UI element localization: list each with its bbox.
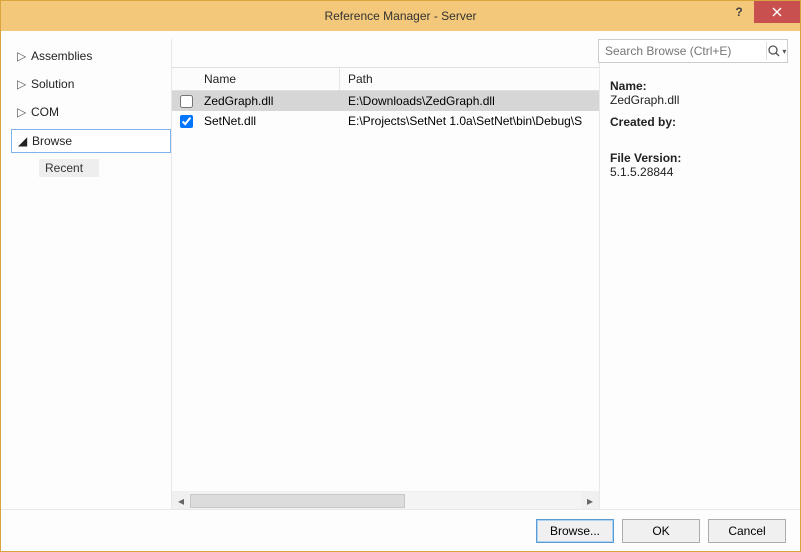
dialog-footer: Browse... OK Cancel (1, 509, 800, 551)
window-controls: ? (724, 1, 800, 23)
sidebar-item-browse[interactable]: ◢ Browse (11, 129, 171, 153)
column-path[interactable]: Path (340, 68, 599, 90)
row-checkbox[interactable] (180, 115, 193, 128)
details-panel: Name: ZedGraph.dll Created by: File Vers… (600, 39, 790, 509)
detail-createdby-value (610, 129, 786, 143)
chevron-down-icon: ◢ (18, 134, 26, 148)
scroll-right-icon[interactable]: ▸ (581, 492, 599, 510)
row-name: SetNet.dll (200, 114, 340, 128)
column-name[interactable]: Name (200, 68, 340, 90)
sidebar-item-solution[interactable]: ▷ Solution (11, 73, 171, 95)
detail-name-label: Name: (610, 79, 786, 93)
chevron-right-icon: ▷ (17, 105, 25, 119)
ok-button[interactable]: OK (622, 519, 700, 543)
sidebar-item-label: Solution (31, 77, 74, 91)
detail-version-value: 5.1.5.28844 (610, 165, 786, 179)
search-box[interactable]: ▾ (598, 39, 788, 63)
table-header: Name Path (172, 67, 599, 91)
dialog-window: Reference Manager - Server ? ▾ ▷ Assembl… (0, 0, 801, 552)
table-rows: ZedGraph.dll E:\Downloads\ZedGraph.dll S… (172, 91, 599, 491)
sidebar-item-label: COM (31, 105, 59, 119)
reference-list: Name Path ZedGraph.dll E:\Downloads\ZedG… (171, 39, 600, 509)
sidebar-item-assemblies[interactable]: ▷ Assemblies (11, 45, 171, 67)
chevron-right-icon: ▷ (17, 77, 25, 91)
detail-version-label: File Version: (610, 151, 786, 165)
help-icon[interactable]: ? (724, 1, 754, 23)
detail-name-value: ZedGraph.dll (610, 93, 786, 107)
horizontal-scrollbar[interactable]: ◂ ▸ (172, 491, 599, 509)
sidebar-item-label: Browse (32, 134, 72, 148)
chevron-right-icon: ▷ (17, 49, 25, 63)
row-name: ZedGraph.dll (200, 94, 340, 108)
browse-button[interactable]: Browse... (536, 519, 614, 543)
sidebar-item-com[interactable]: ▷ COM (11, 101, 171, 123)
close-icon[interactable] (754, 1, 800, 23)
table-row[interactable]: SetNet.dll E:\Projects\SetNet 1.0a\SetNe… (172, 111, 599, 131)
sidebar-item-label: Assemblies (31, 49, 92, 63)
row-path: E:\Downloads\ZedGraph.dll (340, 94, 599, 108)
cancel-button[interactable]: Cancel (708, 519, 786, 543)
scroll-thumb[interactable] (190, 494, 405, 508)
scroll-left-icon[interactable]: ◂ (172, 492, 190, 510)
detail-createdby-label: Created by: (610, 115, 786, 129)
table-row[interactable]: ZedGraph.dll E:\Downloads\ZedGraph.dll (172, 91, 599, 111)
row-path: E:\Projects\SetNet 1.0a\SetNet\bin\Debug… (340, 114, 599, 128)
sidebar: ▷ Assemblies ▷ Solution ▷ COM ◢ Browse R… (1, 39, 171, 509)
titlebar: Reference Manager - Server ? (1, 1, 800, 31)
search-icon[interactable]: ▾ (767, 44, 787, 58)
sidebar-subitem-recent[interactable]: Recent (39, 159, 99, 177)
window-title: Reference Manager - Server (1, 9, 800, 23)
scroll-track[interactable] (190, 492, 581, 510)
dialog-body: ▷ Assemblies ▷ Solution ▷ COM ◢ Browse R… (1, 31, 800, 509)
row-checkbox[interactable] (180, 95, 193, 108)
search-input[interactable] (599, 44, 766, 58)
